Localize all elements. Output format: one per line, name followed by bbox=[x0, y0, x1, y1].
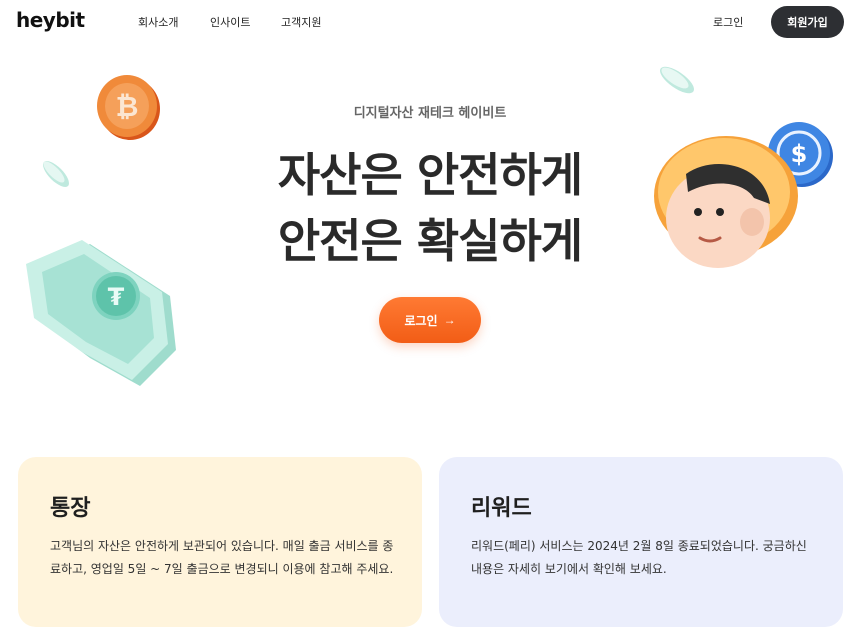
nav-company[interactable]: 회사소개 bbox=[138, 14, 178, 30]
floating-disc-icon bbox=[659, 66, 695, 94]
bankbook-card-title: 통장 bbox=[50, 496, 91, 521]
hero-title: 자산은 안전하게 안전은 확실하게 bbox=[0, 142, 860, 274]
reward-card-body: 리워드(페리) 서비스는 2024년 2월 8일 종료되었습니다. 궁금하신 내… bbox=[471, 539, 807, 576]
signup-button[interactable]: 회원가입 bbox=[771, 6, 844, 38]
hero-title-line-1: 자산은 안전하게 bbox=[277, 148, 583, 202]
heybit-logo[interactable]: heybit bbox=[16, 8, 85, 32]
svg-text:₮: ₮ bbox=[108, 283, 125, 311]
top-header: heybit 회사소개 인사이트 고객지원 로그인 회원가입 bbox=[0, 0, 860, 44]
reward-card-title: 리워드 bbox=[471, 496, 532, 521]
nav-insight[interactable]: 인사이트 bbox=[210, 14, 250, 30]
bankbook-card[interactable]: 통장 고객님의 자산은 안전하게 보관되어 있습니다. 매일 출금 서비스를 종… bbox=[18, 457, 422, 627]
reward-card[interactable]: 리워드 리워드(페리) 서비스는 2024년 2월 8일 종료되었습니다. 궁금… bbox=[439, 457, 843, 627]
arrow-right-icon: → bbox=[443, 313, 456, 327]
hero-title-line-2: 안전은 확실하게 bbox=[277, 214, 583, 268]
hero-login-button[interactable]: 로그인 → bbox=[379, 297, 481, 343]
bankbook-card-body: 고객님의 자산은 안전하게 보관되어 있습니다. 매일 출금 서비스를 종료하고… bbox=[50, 539, 394, 576]
header-login-link[interactable]: 로그인 bbox=[713, 14, 743, 30]
hero-subtitle: 디지털자산 재테크 헤이비트 bbox=[353, 106, 507, 121]
nav-support[interactable]: 고객지원 bbox=[281, 14, 321, 30]
hero-login-label: 로그인 bbox=[404, 313, 438, 328]
